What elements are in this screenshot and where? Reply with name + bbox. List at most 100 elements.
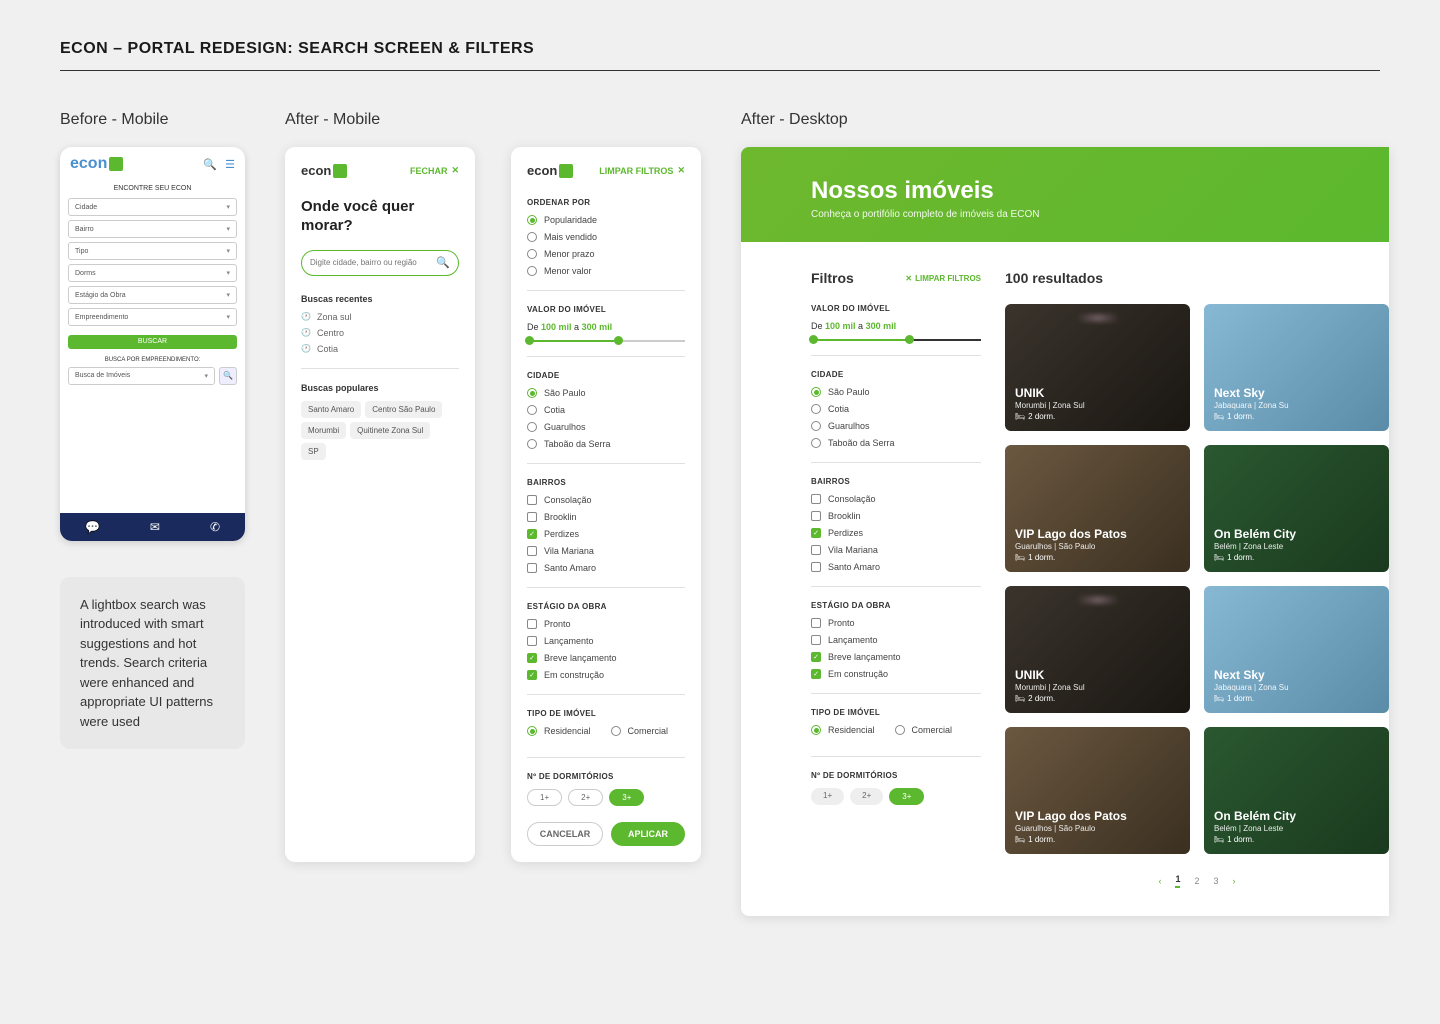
tag[interactable]: Quitinete Zona Sul	[350, 422, 430, 439]
value-slider[interactable]	[811, 339, 981, 341]
check-construcao[interactable]: Em construção	[811, 669, 981, 679]
pill-1plus[interactable]: 1+	[811, 788, 844, 805]
tag[interactable]: Morumbi	[301, 422, 346, 439]
tag[interactable]: SP	[301, 443, 326, 460]
check-lancamento[interactable]: Lançamento	[811, 635, 981, 645]
property-card[interactable]: VIP Lago dos PatosGuarulhos | São Paulo1…	[1005, 445, 1190, 572]
divider	[301, 368, 459, 369]
tag[interactable]: Santo Amaro	[301, 401, 361, 418]
pill-3plus[interactable]: 3+	[889, 788, 924, 805]
recent-item[interactable]: 🕐Zona sul	[301, 312, 459, 322]
check-vila-mariana[interactable]: Vila Mariana	[527, 546, 685, 556]
page-rule	[60, 70, 1380, 71]
radio-icon	[527, 726, 537, 736]
column-after-desktop: After - Desktop Nossos imóveis Conheça o…	[741, 111, 1389, 916]
radio-taboao[interactable]: Taboão da Serra	[527, 439, 685, 449]
tag[interactable]: Centro São Paulo	[365, 401, 442, 418]
cancel-button[interactable]: CANCELAR	[527, 822, 603, 846]
select-tipo[interactable]: Tipo	[68, 242, 237, 260]
recent-item[interactable]: 🕐Cotia	[301, 344, 459, 354]
radio-menor-valor[interactable]: Menor valor	[527, 266, 685, 276]
page-next[interactable]: ›	[1233, 876, 1236, 886]
select-empreendimento[interactable]: Empreendimento	[68, 308, 237, 326]
property-card[interactable]: On Belém CityBelém | Zona Leste1 dorm.	[1204, 445, 1389, 572]
chat-icon[interactable]: 💬	[85, 520, 100, 534]
check-consolacao[interactable]: Consolação	[527, 495, 685, 505]
page-prev[interactable]: ‹	[1158, 876, 1161, 886]
property-card[interactable]: VIP Lago dos PatosGuarulhos | São Paulo1…	[1005, 727, 1190, 854]
page-2[interactable]: 2	[1194, 876, 1199, 886]
dorm-pills: 1+ 2+ 3+	[527, 789, 685, 806]
pill-2plus[interactable]: 2+	[850, 788, 883, 805]
clear-filters-link[interactable]: ✕LIMPAR FILTROS	[905, 274, 981, 283]
radio-guarulhos[interactable]: Guarulhos	[811, 421, 981, 431]
check-brooklin[interactable]: Brooklin	[527, 512, 685, 522]
pill-3plus[interactable]: 3+	[609, 789, 644, 806]
slider-handle-max[interactable]	[614, 336, 623, 345]
pill-1plus[interactable]: 1+	[527, 789, 562, 806]
slider-handle-min[interactable]	[809, 335, 818, 344]
menu-icon[interactable]: ☰	[225, 158, 235, 171]
slider-handle-max[interactable]	[905, 335, 914, 344]
before-header: econ 🔍 ☰	[60, 147, 245, 181]
check-vila-mariana[interactable]: Vila Mariana	[811, 545, 981, 555]
check-perdizes[interactable]: Perdizes	[527, 529, 685, 539]
property-card[interactable]: Next SkyJabaquara | Zona Su1 dorm.	[1204, 304, 1389, 431]
select-cidade[interactable]: Cidade	[68, 198, 237, 216]
check-santo-amaro[interactable]: Santo Amaro	[811, 562, 981, 572]
radio-popularidade[interactable]: Popularidade	[527, 215, 685, 225]
popular-searches-label: Buscas populares	[301, 383, 459, 393]
recent-item[interactable]: 🕐Centro	[301, 328, 459, 338]
radio-sao-paulo[interactable]: São Paulo	[811, 387, 981, 397]
check-perdizes[interactable]: Perdizes	[811, 528, 981, 538]
radio-residencial[interactable]: Residencial	[811, 725, 875, 735]
clear-filters-button[interactable]: LIMPAR FILTROS✕	[599, 165, 685, 176]
property-card[interactable]: UNIKMorumbi | Zona Sul2 dorm.	[1005, 304, 1190, 431]
check-consolacao[interactable]: Consolação	[811, 494, 981, 504]
search-icon[interactable]: 🔍	[436, 256, 450, 269]
select-estagio[interactable]: Estágio da Obra	[68, 286, 237, 304]
radio-icon	[527, 422, 537, 432]
search-input[interactable]	[310, 258, 436, 267]
radio-comercial[interactable]: Comercial	[611, 726, 669, 736]
radio-mais-vendido[interactable]: Mais vendido	[527, 232, 685, 242]
mail-icon[interactable]: ✉	[150, 520, 160, 534]
check-breve[interactable]: Breve lançamento	[527, 653, 685, 663]
value-slider[interactable]	[527, 340, 685, 342]
search-icon[interactable]: 🔍	[203, 158, 217, 171]
apply-button[interactable]: APLICAR	[611, 822, 685, 846]
radio-guarulhos[interactable]: Guarulhos	[527, 422, 685, 432]
radio-taboao[interactable]: Taboão da Serra	[811, 438, 981, 448]
column-before-mobile: Before - Mobile econ 🔍 ☰ ENCONTRE SEU EC…	[60, 111, 245, 749]
whatsapp-icon[interactable]: ✆	[210, 520, 220, 534]
check-breve[interactable]: Breve lançamento	[811, 652, 981, 662]
check-santo-amaro[interactable]: Santo Amaro	[527, 563, 685, 573]
page-1[interactable]: 1	[1175, 874, 1180, 888]
radio-menor-prazo[interactable]: Menor prazo	[527, 249, 685, 259]
pill-2plus[interactable]: 2+	[568, 789, 603, 806]
radio-cotia[interactable]: Cotia	[527, 405, 685, 415]
city-label: CIDADE	[527, 371, 685, 380]
before-sub-label: BUSCA POR EMPREENDIMENTO:	[68, 357, 237, 363]
property-card[interactable]: Next SkyJabaquara | Zona Su1 dorm.	[1204, 586, 1389, 713]
radio-sao-paulo[interactable]: São Paulo	[527, 388, 685, 398]
select-dorms[interactable]: Dorms	[68, 264, 237, 282]
close-button[interactable]: FECHAR✕	[410, 165, 459, 176]
page-3[interactable]: 3	[1214, 876, 1219, 886]
check-pronto[interactable]: Pronto	[811, 618, 981, 628]
property-card[interactable]: UNIKMorumbi | Zona Sul2 dorm.	[1005, 586, 1190, 713]
slider-handle-min[interactable]	[525, 336, 534, 345]
property-card[interactable]: On Belém CityBelém | Zona Leste1 dorm.	[1204, 727, 1389, 854]
check-brooklin[interactable]: Brooklin	[811, 511, 981, 521]
check-construcao[interactable]: Em construção	[527, 670, 685, 680]
search-input-container[interactable]: 🔍	[301, 250, 459, 276]
buscar-button[interactable]: BUSCAR	[68, 335, 237, 349]
radio-comercial[interactable]: Comercial	[895, 725, 953, 735]
radio-residencial[interactable]: Residencial	[527, 726, 591, 736]
before-search-icon-button[interactable]: 🔍	[219, 367, 237, 385]
select-bairro[interactable]: Bairro	[68, 220, 237, 238]
before-search-input[interactable]: Busca de Imóveis	[68, 367, 215, 385]
radio-cotia[interactable]: Cotia	[811, 404, 981, 414]
check-pronto[interactable]: Pronto	[527, 619, 685, 629]
check-lancamento[interactable]: Lançamento	[527, 636, 685, 646]
